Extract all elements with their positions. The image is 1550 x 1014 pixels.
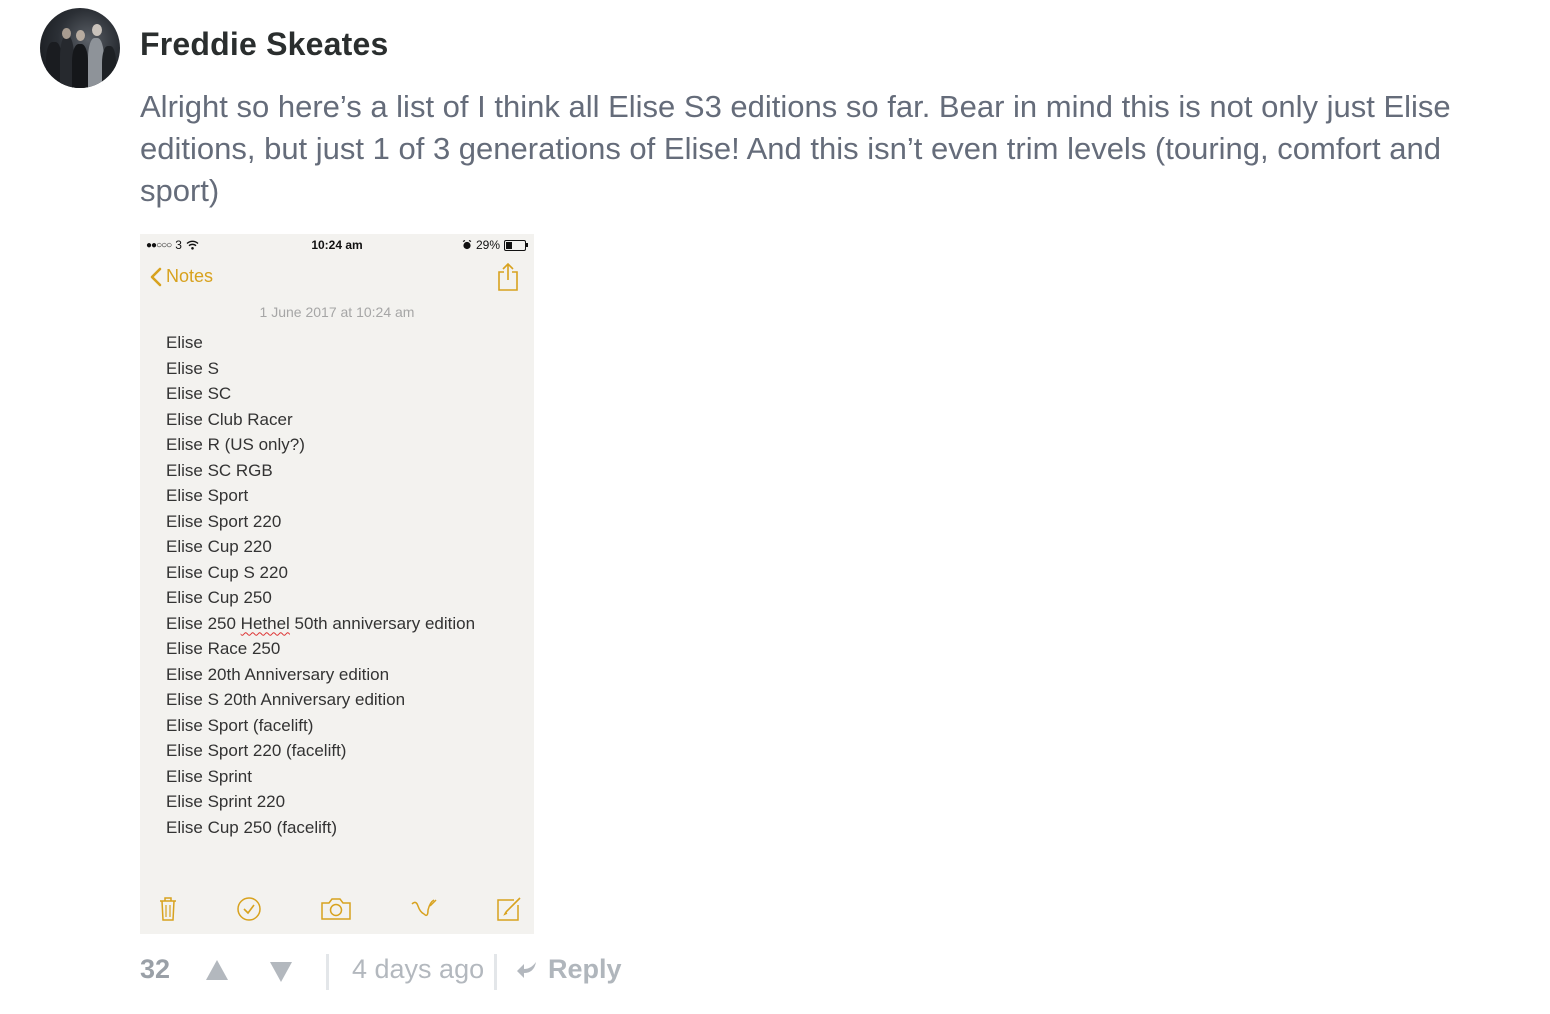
notes-toolbar [140, 892, 534, 928]
list-item: Elise Cup 220 [166, 537, 272, 556]
share-icon[interactable] [496, 262, 520, 292]
list-item: Elise Sport [166, 486, 249, 505]
author-name[interactable]: Freddie Skeates [140, 26, 388, 63]
list-item: Elise S [166, 358, 219, 378]
note-date: 1 June 2017 at 10:24 am [259, 304, 415, 320]
compose-icon[interactable] [496, 896, 522, 922]
trash-icon[interactable] [158, 896, 178, 922]
battery-icon [504, 239, 528, 251]
list-item: Elise 20th Anniversary edition [166, 664, 390, 684]
notes-back-label: Notes [166, 266, 214, 286]
attached-screenshot[interactable]: ●●○○○ 3 10:24 am 29% Notes 1 June 2017 a… [140, 234, 534, 934]
list-item: Elise Club Racer [166, 409, 293, 429]
list-item: Elise Sport 220 (facelift) [166, 741, 347, 760]
list-item: Elise SC [166, 384, 232, 403]
downvote-icon[interactable] [268, 960, 294, 984]
list-item: Elise Cup 250 [166, 588, 272, 607]
reply-arrow-icon [517, 961, 536, 978]
timestamp-link[interactable]: 4 days ago [352, 954, 484, 985]
list-item: Elise Race 250 [166, 639, 281, 658]
comment-text: Alright so here’s a list of I think all … [140, 89, 1451, 208]
camera-icon[interactable] [320, 896, 352, 922]
battery-percent: 29% [475, 238, 500, 252]
list-item-text: 50th anniversary edition [289, 613, 476, 633]
list-item: Elise 250 Hethel 50th anniversary editio… [166, 611, 475, 637]
list-item: Elise R (US only?) [166, 435, 305, 454]
checklist-icon[interactable] [236, 896, 262, 922]
avatar[interactable] [40, 8, 120, 88]
sketch-icon[interactable] [410, 896, 438, 922]
list-item: Elise Sprint 220 [166, 792, 286, 811]
divider [326, 954, 329, 990]
comment-actions: 32 4 days ago Reply [140, 950, 840, 994]
list-item: Elise Sprint [166, 766, 252, 786]
note-list: Elise Elise S Elise SC Elise Club Racer … [166, 330, 475, 840]
list-item: Elise Sport (facelift) [166, 715, 314, 735]
list-item: Elise S 20th Anniversary edition [166, 690, 406, 709]
list-item-text: Elise 250 [166, 613, 241, 633]
list-item: Elise Cup 250 (facelift) [166, 817, 338, 837]
list-item: Elise Sport 220 [166, 511, 282, 531]
list-item: Elise SC RGB [166, 460, 273, 480]
vote-count: 32 [140, 954, 171, 984]
divider [494, 954, 497, 990]
reply-button[interactable]: Reply [516, 954, 622, 985]
upvote-icon[interactable] [204, 958, 230, 982]
list-item: Elise [166, 333, 203, 352]
alarm-icon [462, 240, 472, 250]
comment: Freddie Skeates Alright so here’s a list… [0, 0, 1550, 1014]
notes-back-button[interactable]: Notes [150, 266, 213, 287]
list-item: Elise Cup S 220 [166, 562, 288, 582]
misspelled-word: Hethel [240, 613, 290, 633]
chevron-left-icon [150, 267, 162, 286]
status-bar: ●●○○○ 3 10:24 am 29% [140, 234, 534, 256]
reply-label: Reply [548, 954, 622, 984]
